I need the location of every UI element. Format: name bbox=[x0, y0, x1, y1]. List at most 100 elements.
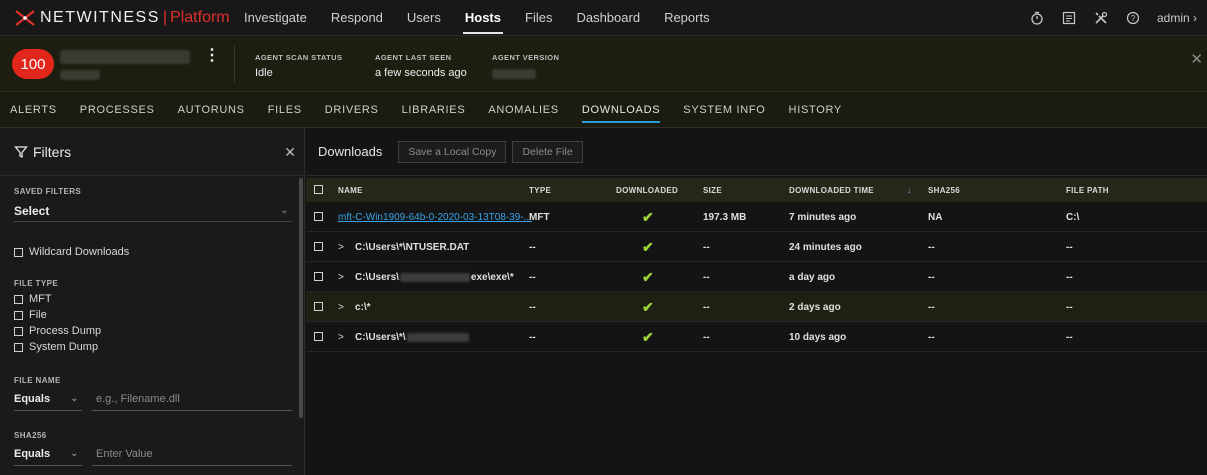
cell-size: -- bbox=[703, 241, 710, 253]
agent-scan-status: AGENT SCAN STATUS Idle bbox=[255, 53, 342, 79]
redacted-text bbox=[406, 332, 469, 342]
tab-files[interactable]: FILES bbox=[268, 92, 302, 128]
admin-menu[interactable]: admin › bbox=[1149, 11, 1207, 25]
operator-value: Equals bbox=[14, 447, 51, 460]
col-name[interactable]: NAME bbox=[338, 186, 363, 195]
file-type-system-dump-checkbox[interactable]: System Dump bbox=[14, 341, 98, 353]
stat-label: AGENT LAST SEEN bbox=[375, 53, 452, 62]
checkbox-label: Process Dump bbox=[29, 325, 102, 337]
sha256-filter: Equals ⌄ Enter Value bbox=[14, 442, 292, 466]
file-type-file-checkbox[interactable]: File bbox=[14, 309, 47, 321]
col-downloaded[interactable]: DOWNLOADED bbox=[616, 186, 678, 195]
help-icon[interactable]: ? bbox=[1117, 0, 1149, 36]
row-checkbox[interactable] bbox=[314, 332, 323, 341]
tab-anomalies[interactable]: ANOMALIES bbox=[488, 92, 559, 128]
tab-processes[interactable]: PROCESSES bbox=[80, 92, 155, 128]
checkmark-icon: ✔ bbox=[642, 328, 654, 345]
row-checkbox[interactable] bbox=[314, 302, 323, 311]
redacted-text bbox=[399, 272, 470, 282]
nav-investigate[interactable]: Investigate bbox=[232, 0, 319, 36]
delete-file-button[interactable]: Delete File bbox=[512, 140, 583, 163]
cell-size: -- bbox=[703, 271, 710, 283]
table-row[interactable]: > C:\Users\ exe\exe\* -- ✔ -- a day ago -… bbox=[306, 262, 1207, 292]
tab-alerts[interactable]: ALERTS bbox=[10, 92, 57, 128]
table-row[interactable]: > C:\Users\*\NTUSER.DAT -- ✔ -- 24 minut… bbox=[306, 232, 1207, 262]
nav-users[interactable]: Users bbox=[395, 0, 453, 36]
filters-header: Filters ✕ bbox=[0, 128, 304, 176]
row-checkbox[interactable] bbox=[314, 212, 323, 221]
cell-sha256: -- bbox=[928, 331, 935, 343]
saved-filters-select[interactable]: Select ⌄ bbox=[14, 200, 292, 222]
nav-reports[interactable]: Reports bbox=[652, 0, 722, 36]
filters-scrollbar[interactable] bbox=[299, 178, 303, 418]
cell-size: 197.3 MB bbox=[703, 211, 747, 223]
nav-files[interactable]: Files bbox=[513, 0, 564, 36]
settings-panel-icon[interactable] bbox=[1053, 0, 1085, 36]
save-local-copy-button[interactable]: Save a Local Copy bbox=[398, 140, 507, 163]
file-name-operator-select[interactable]: Equals ⌄ bbox=[14, 387, 82, 411]
table-row[interactable]: > c:\* -- ✔ -- 2 days ago -- -- bbox=[306, 292, 1207, 322]
checkmark-icon: ✔ bbox=[642, 298, 654, 315]
more-actions-icon[interactable]: ⋮ bbox=[204, 48, 220, 64]
file-name-filter: Equals ⌄ e.g., Filename.dll bbox=[14, 387, 292, 411]
sha256-operator-select[interactable]: Equals ⌄ bbox=[14, 442, 82, 466]
col-file-path[interactable]: FILE PATH bbox=[1066, 186, 1109, 195]
operator-value: Equals bbox=[14, 392, 51, 405]
col-sha256[interactable]: SHA256 bbox=[928, 186, 960, 195]
tools-icon[interactable] bbox=[1085, 0, 1117, 36]
chevron-down-icon: ⌄ bbox=[280, 205, 288, 215]
select-all-checkbox[interactable] bbox=[314, 185, 323, 194]
file-name-label: FILE NAME bbox=[14, 376, 61, 385]
host-header: 100 ⋮ AGENT SCAN STATUS Idle AGENT LAST … bbox=[0, 36, 1207, 92]
sort-descending-icon[interactable]: ↓ bbox=[907, 185, 912, 195]
sha256-input[interactable]: Enter Value bbox=[92, 442, 292, 466]
cell-file-path: -- bbox=[1066, 241, 1073, 253]
chevron-down-icon: ⌄ bbox=[70, 448, 78, 458]
cell-sha256: -- bbox=[928, 271, 935, 283]
admin-label: admin bbox=[1156, 11, 1190, 25]
tab-autoruns[interactable]: AUTORUNS bbox=[178, 92, 245, 128]
top-navigation: NETWITNESS | Platform Investigate Respon… bbox=[0, 0, 1207, 36]
checkmark-icon: ✔ bbox=[642, 268, 654, 285]
col-type[interactable]: TYPE bbox=[529, 186, 551, 195]
col-size[interactable]: SIZE bbox=[703, 186, 722, 195]
cell-type: -- bbox=[529, 301, 536, 313]
table-header: NAME TYPE DOWNLOADED SIZE DOWNLOADED TIM… bbox=[306, 178, 1207, 202]
file-name-input[interactable]: e.g., Filename.dll bbox=[92, 387, 292, 411]
brand[interactable]: NETWITNESS | Platform bbox=[0, 0, 232, 36]
file-type-mft-checkbox[interactable]: MFT bbox=[14, 293, 52, 305]
close-filters-icon[interactable]: ✕ bbox=[284, 144, 296, 161]
table-row[interactable]: > C:\Users\*\ -- ✔ -- 10 days ago -- -- bbox=[306, 322, 1207, 352]
tab-system-info[interactable]: SYSTEM INFO bbox=[683, 92, 765, 128]
expand-row-icon[interactable]: > bbox=[338, 232, 344, 262]
nav-respond[interactable]: Respond bbox=[319, 0, 395, 36]
sha256-label: SHA256 bbox=[14, 431, 47, 440]
tab-history[interactable]: HISTORY bbox=[789, 92, 842, 128]
host-ip-redacted bbox=[60, 70, 100, 80]
tab-libraries[interactable]: LIBRARIES bbox=[402, 92, 466, 128]
nav-hosts[interactable]: Hosts bbox=[453, 0, 513, 36]
brand-subtitle: Platform bbox=[170, 8, 230, 26]
wildcard-downloads-checkbox[interactable]: Wildcard Downloads bbox=[14, 246, 129, 258]
timer-icon[interactable] bbox=[1021, 0, 1053, 36]
risk-score-badge[interactable]: 100 bbox=[12, 49, 54, 79]
cell-file-path: -- bbox=[1066, 271, 1073, 283]
tab-downloads[interactable]: DOWNLOADS bbox=[581, 92, 661, 128]
checkbox-icon bbox=[14, 310, 23, 320]
row-checkbox[interactable] bbox=[314, 272, 323, 281]
checkbox-icon bbox=[14, 294, 23, 304]
row-checkbox[interactable] bbox=[314, 242, 323, 251]
file-type-process-dump-checkbox[interactable]: Process Dump bbox=[14, 325, 101, 337]
table-row[interactable]: mft-C-Win1909-64b-0-2020-03-13T08-39-...… bbox=[306, 202, 1207, 232]
file-name-link[interactable]: mft-C-Win1909-64b-0-2020-03-13T08-39-... bbox=[338, 212, 532, 223]
expand-row-icon[interactable]: > bbox=[338, 262, 344, 292]
checkmark-icon: ✔ bbox=[642, 238, 654, 255]
cell-type: -- bbox=[529, 331, 536, 343]
tab-drivers[interactable]: DRIVERS bbox=[325, 92, 379, 128]
checkmark-icon: ✔ bbox=[642, 208, 654, 225]
col-downloaded-time[interactable]: DOWNLOADED TIME bbox=[789, 186, 874, 195]
nav-dashboard[interactable]: Dashboard bbox=[564, 0, 652, 36]
expand-row-icon[interactable]: > bbox=[338, 292, 344, 322]
expand-row-icon[interactable]: > bbox=[338, 322, 344, 352]
close-icon[interactable]: ✕ bbox=[1190, 50, 1203, 68]
